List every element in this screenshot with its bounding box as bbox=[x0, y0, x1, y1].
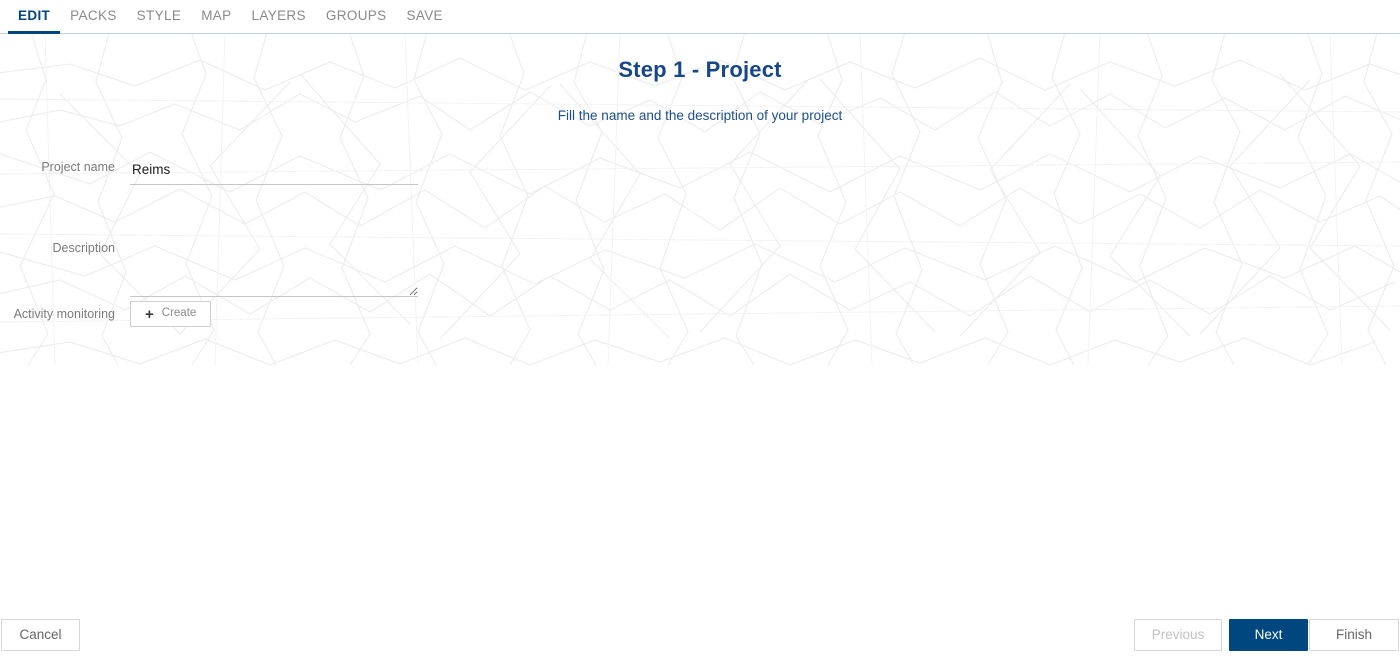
finish-button[interactable]: Finish bbox=[1309, 619, 1399, 651]
tab-groups[interactable]: GROUPS bbox=[316, 0, 397, 33]
project-name-label: Project name bbox=[41, 160, 115, 174]
activity-monitoring-field-wrapper: + Create bbox=[130, 301, 600, 327]
description-label: Description bbox=[52, 241, 115, 255]
application-window: EDIT PACKS STYLE MAP LAYERS GROUPS SAVE bbox=[0, 0, 1400, 670]
page-title: Step 1 - Project bbox=[618, 57, 782, 82]
cancel-button[interactable]: Cancel bbox=[1, 619, 80, 651]
description-field-wrapper bbox=[130, 199, 600, 297]
page-subtitle: Fill the name and the description of you… bbox=[557, 108, 843, 123]
form-row-description: Description bbox=[0, 195, 600, 301]
description-textarea[interactable] bbox=[130, 199, 418, 297]
project-name-input[interactable] bbox=[130, 159, 418, 185]
activity-monitoring-label: Activity monitoring bbox=[13, 307, 115, 321]
wizard-content: Step 1 - Project Fill the name and the d… bbox=[0, 34, 1400, 619]
project-form: Project name Description Activity monito… bbox=[0, 159, 600, 327]
wizard-footer: Cancel Previous Next Finish bbox=[0, 608, 1400, 670]
main-tabbar: EDIT PACKS STYLE MAP LAYERS GROUPS SAVE bbox=[0, 0, 1400, 34]
tab-layers[interactable]: LAYERS bbox=[242, 0, 316, 33]
tab-style[interactable]: STYLE bbox=[127, 0, 192, 33]
create-activity-monitoring-button[interactable]: + Create bbox=[130, 301, 212, 327]
form-row-activity-monitoring: Activity monitoring + Create bbox=[0, 301, 600, 327]
project-name-field-wrapper bbox=[130, 159, 600, 185]
previous-button[interactable]: Previous bbox=[1134, 619, 1222, 651]
tab-edit[interactable]: EDIT bbox=[8, 0, 61, 34]
tab-save[interactable]: SAVE bbox=[397, 0, 453, 33]
tab-list: EDIT PACKS STYLE MAP LAYERS GROUPS SAVE bbox=[0, 0, 1400, 34]
create-button-label: Create bbox=[161, 307, 197, 320]
plus-icon: + bbox=[145, 305, 154, 323]
tab-packs[interactable]: PACKS bbox=[60, 0, 127, 33]
next-button[interactable]: Next bbox=[1229, 619, 1308, 651]
tab-map[interactable]: MAP bbox=[191, 0, 241, 33]
form-row-project-name: Project name bbox=[0, 159, 600, 185]
